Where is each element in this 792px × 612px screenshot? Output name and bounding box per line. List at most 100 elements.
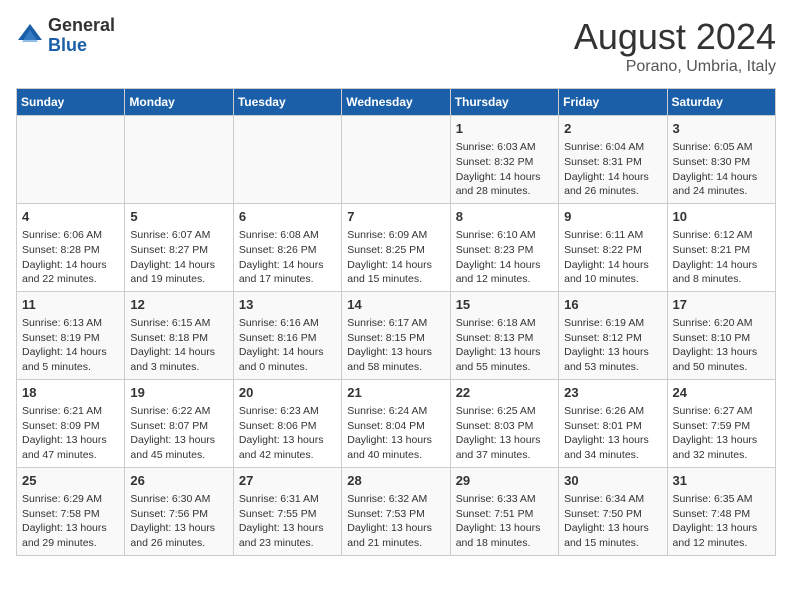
calendar-cell: 29 Sunrise: 6:33 AM Sunset: 7:51 PM Dayli… — [450, 467, 558, 555]
day-number: 30 — [564, 472, 661, 490]
calendar-cell: 4 Sunrise: 6:06 AM Sunset: 8:28 PM Daylig… — [17, 203, 125, 291]
day-info: Sunrise: 6:07 AM Sunset: 8:27 PM Dayligh… — [130, 228, 227, 287]
day-number: 12 — [130, 296, 227, 314]
calendar-table: SundayMondayTuesdayWednesdayThursdayFrid… — [16, 88, 776, 556]
calendar-row-2: 11 Sunrise: 6:13 AM Sunset: 8:19 PM Dayli… — [17, 291, 776, 379]
logo-general: General — [48, 16, 115, 36]
calendar-cell: 25 Sunrise: 6:29 AM Sunset: 7:58 PM Dayli… — [17, 467, 125, 555]
day-number: 4 — [22, 208, 119, 226]
day-number: 10 — [673, 208, 770, 226]
calendar-cell: 1 Sunrise: 6:03 AM Sunset: 8:32 PM Daylig… — [450, 116, 558, 204]
day-info: Sunrise: 6:09 AM Sunset: 8:25 PM Dayligh… — [347, 228, 444, 287]
day-info: Sunrise: 6:08 AM Sunset: 8:26 PM Dayligh… — [239, 228, 336, 287]
day-number: 26 — [130, 472, 227, 490]
day-info: Sunrise: 6:11 AM Sunset: 8:22 PM Dayligh… — [564, 228, 661, 287]
day-info: Sunrise: 6:30 AM Sunset: 7:56 PM Dayligh… — [130, 492, 227, 551]
calendar-cell: 13 Sunrise: 6:16 AM Sunset: 8:16 PM Dayli… — [233, 291, 341, 379]
calendar-row-3: 18 Sunrise: 6:21 AM Sunset: 8:09 PM Dayli… — [17, 379, 776, 467]
header-cell-friday: Friday — [559, 89, 667, 116]
day-number: 2 — [564, 120, 661, 138]
header-row: SundayMondayTuesdayWednesdayThursdayFrid… — [17, 89, 776, 116]
day-number: 9 — [564, 208, 661, 226]
day-number: 1 — [456, 120, 553, 138]
calendar-cell: 20Sunrise: 6:23 AM Sunset: 8:06 PM Dayli… — [233, 379, 341, 467]
day-info: Sunrise: 6:29 AM Sunset: 7:58 PM Dayligh… — [22, 492, 119, 551]
calendar-body: 1 Sunrise: 6:03 AM Sunset: 8:32 PM Daylig… — [17, 116, 776, 556]
day-number: 23 — [564, 384, 661, 402]
day-number: 5 — [130, 208, 227, 226]
subtitle: Porano, Umbria, Italy — [574, 58, 776, 76]
day-number: 24 — [673, 384, 770, 402]
logo-icon — [16, 22, 44, 50]
calendar-cell: 18 Sunrise: 6:21 AM Sunset: 8:09 PM Dayli… — [17, 379, 125, 467]
day-info: Sunrise: 6:16 AM Sunset: 8:16 PM Dayligh… — [239, 316, 336, 375]
day-number: 25 — [22, 472, 119, 490]
day-info: Sunrise: 6:10 AM Sunset: 8:23 PM Dayligh… — [456, 228, 553, 287]
calendar-cell: 9 Sunrise: 6:11 AM Sunset: 8:22 PM Daylig… — [559, 203, 667, 291]
day-info: Sunrise: 6:34 AM Sunset: 7:50 PM Dayligh… — [564, 492, 661, 551]
calendar-cell: 21 Sunrise: 6:24 AM Sunset: 8:04 PM Dayli… — [342, 379, 450, 467]
day-info: Sunrise: 6:21 AM Sunset: 8:09 PM Dayligh… — [22, 404, 119, 463]
day-info: Sunrise: 6:31 AM Sunset: 7:55 PM Dayligh… — [239, 492, 336, 551]
day-number: 27 — [239, 472, 336, 490]
header-cell-saturday: Saturday — [667, 89, 775, 116]
header-cell-thursday: Thursday — [450, 89, 558, 116]
header-cell-monday: Monday — [125, 89, 233, 116]
day-info: Sunrise: 6:03 AM Sunset: 8:32 PM Dayligh… — [456, 140, 553, 199]
calendar-cell: 10 Sunrise: 6:12 AM Sunset: 8:21 PM Dayli… — [667, 203, 775, 291]
calendar-row-1: 4 Sunrise: 6:06 AM Sunset: 8:28 PM Daylig… — [17, 203, 776, 291]
day-info: Sunrise: 6:33 AM Sunset: 7:51 PM Dayligh… — [456, 492, 553, 551]
day-info: Sunrise: 6:22 AM Sunset: 8:07 PM Dayligh… — [130, 404, 227, 463]
day-number: 22 — [456, 384, 553, 402]
calendar-cell: 11 Sunrise: 6:13 AM Sunset: 8:19 PM Dayli… — [17, 291, 125, 379]
day-number: 11 — [22, 296, 119, 314]
page-header: General Blue August 2024 Porano, Umbria,… — [16, 16, 776, 76]
day-number: 16 — [564, 296, 661, 314]
day-info: Sunrise: 6:18 AM Sunset: 8:13 PM Dayligh… — [456, 316, 553, 375]
day-number: 17 — [673, 296, 770, 314]
header-cell-wednesday: Wednesday — [342, 89, 450, 116]
day-info: Sunrise: 6:27 AM Sunset: 7:59 PM Dayligh… — [673, 404, 770, 463]
day-info: Sunrise: 6:12 AM Sunset: 8:21 PM Dayligh… — [673, 228, 770, 287]
day-info: Sunrise: 6:19 AM Sunset: 8:12 PM Dayligh… — [564, 316, 661, 375]
day-info: Sunrise: 6:13 AM Sunset: 8:19 PM Dayligh… — [22, 316, 119, 375]
day-info: Sunrise: 6:05 AM Sunset: 8:30 PM Dayligh… — [673, 140, 770, 199]
calendar-cell — [125, 116, 233, 204]
day-number: 29 — [456, 472, 553, 490]
day-number: 13 — [239, 296, 336, 314]
day-number: 14 — [347, 296, 444, 314]
calendar-cell: 26 Sunrise: 6:30 AM Sunset: 7:56 PM Dayli… — [125, 467, 233, 555]
day-number: 28 — [347, 472, 444, 490]
day-number: 21 — [347, 384, 444, 402]
day-number: 7 — [347, 208, 444, 226]
logo: General Blue — [16, 16, 115, 56]
day-info: Sunrise: 6:24 AM Sunset: 8:04 PM Dayligh… — [347, 404, 444, 463]
calendar-cell: 5 Sunrise: 6:07 AM Sunset: 8:27 PM Daylig… — [125, 203, 233, 291]
calendar-cell — [342, 116, 450, 204]
day-info: Sunrise: 6:32 AM Sunset: 7:53 PM Dayligh… — [347, 492, 444, 551]
day-info: Sunrise: 6:26 AM Sunset: 8:01 PM Dayligh… — [564, 404, 661, 463]
day-number: 18 — [22, 384, 119, 402]
calendar-cell: 6 Sunrise: 6:08 AM Sunset: 8:26 PM Daylig… — [233, 203, 341, 291]
main-title: August 2024 — [574, 16, 776, 58]
day-info: Sunrise: 6:15 AM Sunset: 8:18 PM Dayligh… — [130, 316, 227, 375]
title-block: August 2024 Porano, Umbria, Italy — [574, 16, 776, 76]
day-info: Sunrise: 6:23 AM Sunset: 8:06 PM Dayligh… — [239, 404, 336, 463]
calendar-cell: 28 Sunrise: 6:32 AM Sunset: 7:53 PM Dayli… — [342, 467, 450, 555]
day-number: 8 — [456, 208, 553, 226]
calendar-cell: 7 Sunrise: 6:09 AM Sunset: 8:25 PM Daylig… — [342, 203, 450, 291]
calendar-cell: 12 Sunrise: 6:15 AM Sunset: 8:18 PM Dayli… — [125, 291, 233, 379]
calendar-cell: 23 Sunrise: 6:26 AM Sunset: 8:01 PM Dayli… — [559, 379, 667, 467]
day-info: Sunrise: 6:17 AM Sunset: 8:15 PM Dayligh… — [347, 316, 444, 375]
logo-text: General Blue — [48, 16, 115, 56]
day-number: 6 — [239, 208, 336, 226]
day-number: 19 — [130, 384, 227, 402]
calendar-cell: 19 Sunrise: 6:22 AM Sunset: 8:07 PM Dayli… — [125, 379, 233, 467]
day-number: 15 — [456, 296, 553, 314]
calendar-cell: 14 Sunrise: 6:17 AM Sunset: 8:15 PM Dayli… — [342, 291, 450, 379]
day-info: Sunrise: 6:06 AM Sunset: 8:28 PM Dayligh… — [22, 228, 119, 287]
header-cell-sunday: Sunday — [17, 89, 125, 116]
calendar-row-0: 1 Sunrise: 6:03 AM Sunset: 8:32 PM Daylig… — [17, 116, 776, 204]
calendar-cell: 2Sunrise: 6:04 AM Sunset: 8:31 PM Daylig… — [559, 116, 667, 204]
calendar-cell: 31Sunrise: 6:35 AM Sunset: 7:48 PM Dayli… — [667, 467, 775, 555]
